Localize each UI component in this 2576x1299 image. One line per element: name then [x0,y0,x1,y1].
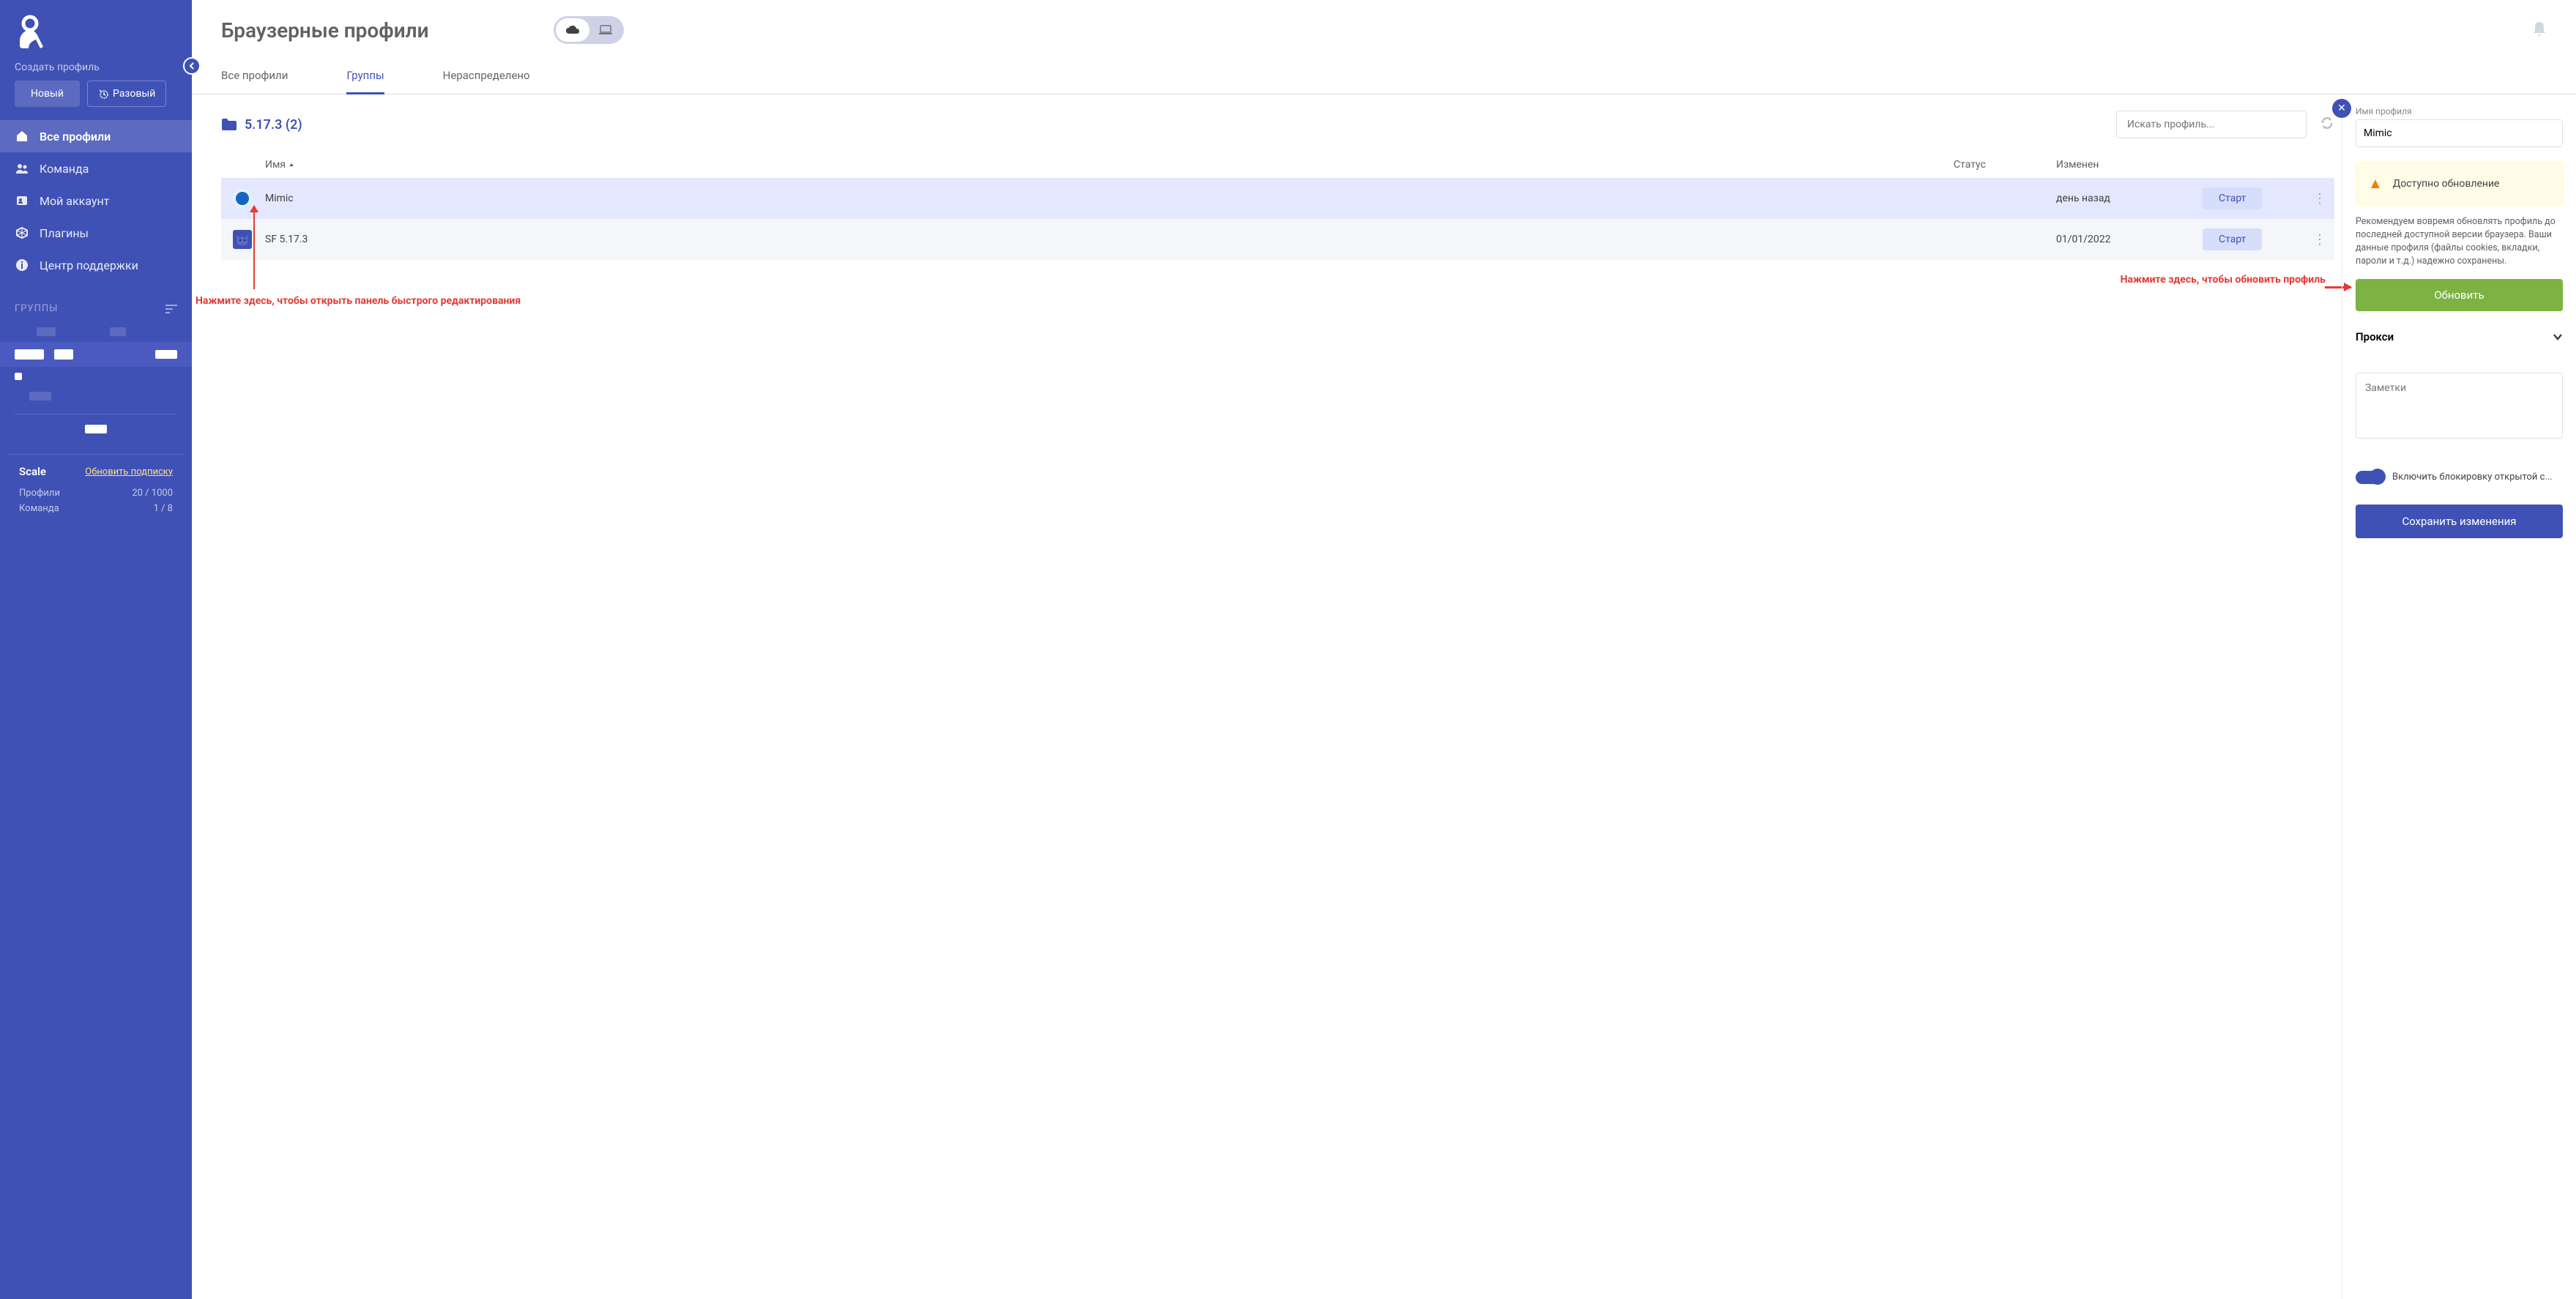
toggle-local[interactable] [589,25,622,35]
quick-profile-button[interactable]: Разовый [87,81,166,107]
col-status[interactable]: Статус [1954,159,2056,171]
subscription-widget: Scale Обновить подписку Профили 20 / 1000… [9,454,183,526]
chevron-down-icon [2553,333,2563,340]
profile-icon [233,230,252,249]
nav-plugins[interactable]: Плагины [0,217,192,249]
row-menu-button[interactable]: ⋮ [2305,232,2334,247]
start-button[interactable]: Старт [2203,187,2262,209]
group-item[interactable] [0,342,192,367]
page-title: Браузерные профили [221,18,429,42]
toggle-cloud[interactable] [556,18,589,42]
row-menu-button[interactable]: ⋮ [2305,191,2334,206]
table-row[interactable]: Mimic день назад Старт ⋮ [221,178,2334,219]
refresh-button[interactable] [2320,116,2334,133]
tab-groups[interactable]: Группы [346,59,384,94]
main-area: Браузерные профили Все профили Группы Не… [192,0,2576,1299]
notifications-button[interactable] [2532,21,2547,40]
close-panel-button[interactable]: ✕ [2332,99,2351,118]
nav-account[interactable]: Мой аккаунт [0,185,192,217]
profile-changed: 01/01/2022 [2056,234,2203,245]
col-changed[interactable]: Изменен [2056,159,2203,171]
search-input[interactable] [2116,111,2307,138]
nav-label: Плагины [40,226,89,240]
group-item[interactable] [15,367,177,386]
save-button[interactable]: Сохранить изменения [2356,505,2563,538]
col-name[interactable]: Имя [265,159,1954,171]
cloud-icon [565,25,580,35]
chevron-left-icon [188,62,196,70]
nav-label: Центр поддержки [40,258,138,272]
refresh-icon [2320,116,2334,130]
nav-label: Команда [40,162,89,176]
laptop-icon [599,25,612,35]
profiles-value: 20 / 1000 [132,488,173,499]
block-toggle[interactable] [2356,471,2383,484]
sort-icon[interactable] [165,305,177,313]
folder-icon [221,118,237,131]
plan-name: Scale [19,465,46,478]
warning-icon: ▲ [2368,174,2383,193]
main-nav: Все профили Команда Мой аккаунт Плагины … [0,120,192,281]
name-field-label: Имя профиля [2356,106,2563,116]
update-button[interactable]: Обновить [2356,279,2563,311]
current-group[interactable]: 5.17.3 (2) [221,117,302,133]
profile-name: Mimic [265,193,1954,204]
tab-all-profiles[interactable]: Все профили [221,59,288,94]
groups-list [0,321,192,439]
team-label: Команда [19,503,59,514]
profile-changed: день назад [2056,193,2203,204]
create-profile-label: Создать профиль [0,59,192,81]
start-button[interactable]: Старт [2203,228,2262,250]
new-profile-button[interactable]: Новый [15,81,80,107]
nav-label: Все профили [40,130,111,144]
quick-profile-label: Разовый [113,88,155,100]
group-name-label: 5.17.3 (2) [245,117,302,133]
app-logo [0,0,192,59]
plugins-icon [15,226,29,240]
team-icon [15,161,29,176]
proxy-label: Прокси [2356,330,2394,343]
proxy-accordion[interactable]: Прокси [2356,319,2563,355]
alert-text: Доступно обновление [2393,178,2500,190]
collapse-sidebar-button[interactable] [183,57,201,75]
update-description: Рекомендуем вовремя обновлять профиль до… [2356,215,2563,269]
table-row[interactable]: SF 5.17.3 01/01/2022 Старт ⋮ [221,219,2334,260]
upgrade-link[interactable]: Обновить подписку [85,466,173,477]
profile-list: 5.17.3 (2) Имя Статус Изменен Mimic [192,94,2342,1299]
group-item[interactable] [15,386,177,406]
info-icon [15,258,29,272]
quick-edit-panel: ✕ Имя профиля ▲ Доступно обновление Реко… [2342,94,2576,1299]
groups-header: ГРУППЫ [0,281,192,321]
home-icon [15,129,29,144]
nav-support[interactable]: Центр поддержки [0,249,192,281]
clock-icon [98,89,108,99]
nav-team[interactable]: Команда [0,152,192,185]
nav-all-profiles[interactable]: Все профили [0,120,192,152]
nav-label: Мой аккаунт [40,194,109,208]
tabs: Все профили Группы Нераспределено [192,59,2576,94]
block-label: Включить блокировку открытой с... [2392,472,2553,483]
annotation-text: Нажмите здесь, чтобы открыть панель быст… [196,295,521,307]
account-icon [15,193,29,208]
update-alert: ▲ Доступно обновление [2356,162,2563,205]
cloud-local-toggle[interactable] [554,16,624,44]
team-value: 1 / 8 [154,503,173,514]
notes-input[interactable] [2356,373,2563,439]
logo-icon [15,13,45,48]
groups-header-label: ГРУППЫ [15,303,58,314]
sidebar: Создать профиль Новый Разовый Все профил… [0,0,192,1299]
tab-unassigned[interactable]: Нераспределено [443,59,530,94]
annotation-text: Нажмите здесь, чтобы обновить профиль [2121,274,2326,286]
profile-name: SF 5.17.3 [265,234,1954,245]
profile-icon [233,189,252,208]
table-header: Имя Статус Изменен [221,152,2334,178]
group-item[interactable] [15,321,177,342]
group-item[interactable] [15,414,177,439]
profile-name-input[interactable] [2356,119,2563,147]
bell-icon [2532,21,2547,37]
sort-asc-icon [289,162,294,168]
profiles-label: Профили [19,488,60,499]
